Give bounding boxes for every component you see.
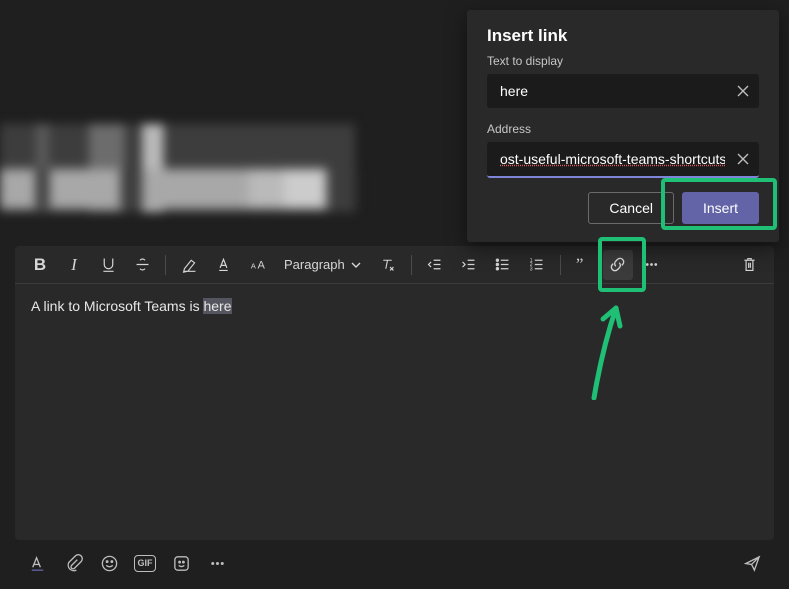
bold-button[interactable]: B — [25, 250, 55, 280]
outdent-button[interactable] — [420, 250, 450, 280]
italic-button[interactable]: I — [59, 250, 89, 280]
insert-link-button[interactable] — [603, 250, 633, 280]
redacted-content — [0, 124, 355, 212]
indent-button[interactable] — [454, 250, 484, 280]
sticker-icon — [172, 554, 191, 573]
ellipsis-icon — [643, 256, 660, 273]
strikethrough-button[interactable] — [127, 250, 157, 280]
delete-button[interactable] — [734, 250, 764, 280]
address-label: Address — [487, 122, 759, 136]
paperclip-icon — [64, 554, 83, 573]
insert-link-dialog: Insert link Text to display Address Canc… — [467, 10, 779, 242]
svg-text:A: A — [257, 260, 265, 272]
toolbar-separator — [560, 255, 561, 275]
font-size-button[interactable]: AA — [242, 250, 272, 280]
dialog-button-row: Cancel Insert — [487, 192, 759, 224]
text-to-display-input[interactable] — [487, 74, 759, 108]
toolbar-separator — [411, 255, 412, 275]
text-to-display-field-wrap — [487, 74, 759, 108]
link-icon — [609, 256, 626, 273]
cancel-button[interactable]: Cancel — [588, 192, 674, 224]
close-icon[interactable] — [735, 151, 751, 167]
gif-icon: GIF — [134, 555, 156, 572]
smiley-icon — [100, 554, 119, 573]
address-field-wrap — [487, 142, 759, 178]
numbered-list-button[interactable]: 123 — [522, 250, 552, 280]
address-input[interactable] — [487, 142, 759, 176]
dialog-title: Insert link — [487, 26, 759, 46]
more-options-button[interactable] — [637, 250, 667, 280]
svg-text:”: ” — [576, 256, 584, 273]
text-to-display-label: Text to display — [487, 54, 759, 68]
highlight-button[interactable] — [174, 250, 204, 280]
gif-button[interactable]: GIF — [133, 551, 157, 575]
message-compose-box: B I AA Paragraph — [15, 246, 774, 540]
paragraph-style-select[interactable]: Paragraph — [276, 250, 369, 280]
underline-button[interactable] — [93, 250, 123, 280]
sticker-button[interactable] — [169, 551, 193, 575]
quote-button[interactable]: ” — [569, 250, 599, 280]
format-icon — [28, 554, 47, 573]
toolbar-separator — [165, 255, 166, 275]
attach-button[interactable] — [61, 551, 85, 575]
chevron-down-icon — [351, 260, 361, 270]
ellipsis-icon — [208, 554, 227, 573]
insert-button[interactable]: Insert — [682, 192, 759, 224]
format-button[interactable] — [25, 551, 49, 575]
svg-text:A: A — [250, 262, 256, 271]
editor-selected-text: here — [203, 298, 231, 314]
emoji-button[interactable] — [97, 551, 121, 575]
more-actions-button[interactable] — [205, 551, 229, 575]
compose-action-bar: GIF — [15, 545, 774, 581]
send-icon — [743, 554, 762, 573]
paragraph-style-label: Paragraph — [284, 257, 345, 272]
close-icon[interactable] — [735, 83, 751, 99]
formatting-toolbar: B I AA Paragraph — [15, 246, 774, 284]
send-button[interactable] — [740, 551, 764, 575]
font-color-button[interactable] — [208, 250, 238, 280]
svg-text:3: 3 — [530, 266, 533, 272]
clear-formatting-button[interactable] — [373, 250, 403, 280]
editor-text: A link to Microsoft Teams is — [31, 298, 203, 314]
bulleted-list-button[interactable] — [488, 250, 518, 280]
trash-icon — [741, 256, 758, 273]
message-editor[interactable]: A link to Microsoft Teams is here — [15, 284, 774, 328]
